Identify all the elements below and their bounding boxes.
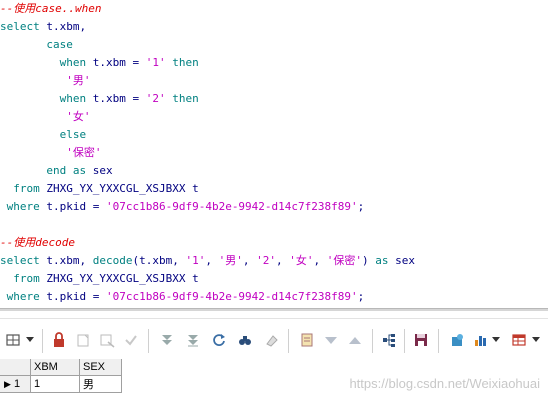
table-dropdown-icon[interactable] [530, 331, 542, 349]
editor-line-4: when t.xbm = '1' then [59, 56, 199, 69]
row-header[interactable]: ▶ 1 [0, 376, 31, 393]
save-icon[interactable] [412, 331, 430, 349]
delete-record-icon[interactable] [98, 331, 116, 349]
grid-corner [0, 359, 31, 376]
toolbar-separator [438, 329, 439, 353]
editor-line-9: '保密' [66, 146, 102, 159]
column-header-xbm[interactable]: XBM [31, 359, 80, 376]
chart-dropdown-icon[interactable] [490, 331, 502, 349]
editor-line-7: '女' [66, 110, 91, 123]
cell-sex[interactable]: 男 [80, 376, 122, 393]
column-header-sex[interactable]: SEX [80, 359, 122, 376]
toolbar-separator [404, 329, 405, 353]
filter-up-icon[interactable] [346, 331, 364, 349]
table-icon[interactable] [510, 331, 528, 349]
editor-line-3: case [46, 38, 73, 51]
find-icon[interactable] [236, 331, 254, 349]
cell-xbm[interactable]: 1 [31, 376, 80, 393]
watermark: https://blog.csdn.net/Weixiaohuai [349, 376, 540, 391]
editor-line-11: from ZHXG_YX_YXXCGL_XSJBXX t [13, 182, 199, 195]
editor-line-10: end as sex [46, 164, 113, 177]
editor-line-5: '男' [66, 74, 91, 87]
editor-line-1: --使用case..when [0, 2, 102, 15]
editor-line-6: when t.xbm = '2' then [59, 92, 199, 105]
last-icon[interactable] [184, 331, 202, 349]
sql-editor[interactable]: --使用case..when select t.xbm, case when t… [0, 0, 548, 308]
current-row-indicator-icon: ▶ [4, 379, 11, 389]
editor-line-12: where t.pkid = '07cc1b86-9df9-4b2e-9942-… [6, 200, 365, 213]
export-icon[interactable] [448, 331, 466, 349]
toolbar-separator [148, 329, 149, 353]
editor-line-2: select t.xbm, [0, 20, 87, 33]
pane-splitter[interactable] [0, 308, 548, 311]
grid-options-icon[interactable] [4, 331, 22, 349]
refresh-icon[interactable] [210, 331, 228, 349]
toolbar-separator [372, 329, 373, 353]
editor-line-15: select t.xbm, decode(t.xbm, '1', '男', '2… [0, 254, 415, 267]
query-icon[interactable] [298, 331, 316, 349]
new-record-icon[interactable] [74, 331, 92, 349]
editor-line-17: where t.pkid = '07cc1b86-9df9-4b2e-9942-… [6, 290, 365, 303]
tree-icon[interactable] [380, 331, 398, 349]
chart-icon[interactable] [472, 331, 490, 349]
editor-line-16: from ZHXG_YX_YXXCGL_XSJBXX t [13, 272, 199, 285]
lock-icon[interactable] [50, 331, 68, 349]
filter-down-icon[interactable] [322, 331, 340, 349]
clear-icon[interactable] [262, 331, 280, 349]
post-icon[interactable] [122, 331, 140, 349]
toolbar-separator [42, 329, 43, 353]
first-icon[interactable] [158, 331, 176, 349]
dropdown-icon[interactable] [24, 331, 36, 349]
editor-line-14: --使用decode [0, 236, 75, 249]
toolbar-separator [288, 329, 289, 353]
editor-line-8: else [59, 128, 87, 141]
